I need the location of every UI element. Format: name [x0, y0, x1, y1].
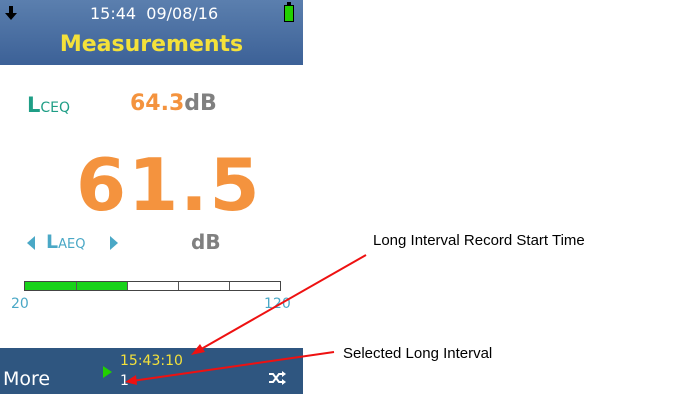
- shuffle-icon[interactable]: [268, 370, 286, 386]
- page-title: Measurements: [59, 32, 244, 57]
- more-button[interactable]: More: [3, 368, 50, 390]
- next-parameter-arrow-icon[interactable]: [110, 236, 118, 250]
- scale-min-label: 20: [11, 296, 29, 312]
- header: 15:44 09/08/16 Measurements: [0, 0, 303, 65]
- play-icon: [103, 366, 112, 378]
- status-date: 09/08/16: [146, 4, 219, 23]
- download-icon: [5, 6, 17, 20]
- lceq-label-sub: CEQ: [40, 100, 71, 116]
- footer-bar: More 15:43:10 1: [0, 348, 303, 394]
- level-bar-tick: [127, 282, 128, 290]
- lceq-unit: dB: [184, 91, 217, 116]
- level-bar-tick: [76, 282, 77, 290]
- level-bar-tick: [229, 282, 230, 290]
- primary-reading: 61.5: [76, 143, 262, 227]
- record-start-time: 15:43:10: [120, 353, 183, 369]
- laeq-label: LAEQ: [46, 231, 85, 253]
- annotation-start-time: Long Interval Record Start Time: [373, 232, 585, 249]
- previous-parameter-arrow-icon[interactable]: [27, 236, 35, 250]
- laeq-unit: dB: [191, 230, 221, 254]
- laeq-label-sub: AEQ: [58, 237, 86, 252]
- level-bar: [24, 281, 281, 291]
- lceq-label: LCEQ: [27, 93, 70, 117]
- scale-max-label: 120: [264, 296, 291, 312]
- selected-interval-number: 1: [120, 373, 129, 389]
- status-time: 15:44: [90, 4, 137, 23]
- laeq-label-main: L: [46, 231, 59, 253]
- status-clock: 15:44 09/08/16: [90, 4, 218, 23]
- level-bar-tick: [178, 282, 179, 290]
- battery-icon: [284, 2, 294, 22]
- annotation-selected-interval: Selected Long Interval: [343, 345, 493, 362]
- lceq-value: 64.3: [130, 91, 185, 116]
- lceq-reading: 64.3dB: [130, 91, 217, 116]
- lceq-label-main: L: [27, 93, 41, 117]
- device-screen: 15:44 09/08/16 Measurements LCEQ 64.3dB …: [0, 0, 303, 394]
